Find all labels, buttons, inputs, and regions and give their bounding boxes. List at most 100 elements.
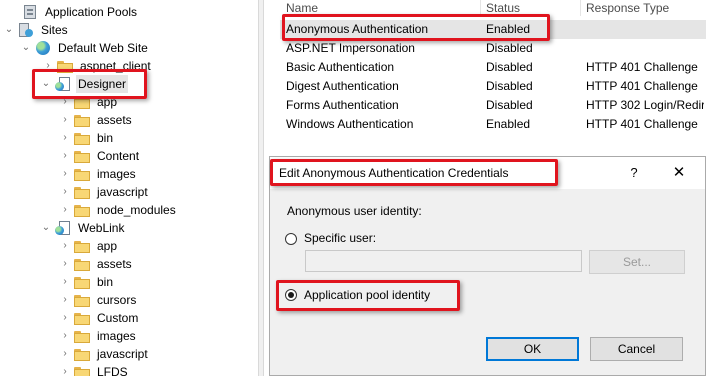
tree-item-weblink[interactable]: ⌄ WebLink	[41, 219, 126, 237]
column-header-status[interactable]: Status	[486, 0, 520, 16]
auth-status-cell: Disabled	[486, 79, 533, 93]
chevron-right-icon[interactable]: ›	[60, 237, 70, 255]
tree-item-folder[interactable]: › assets	[60, 255, 134, 273]
table-row[interactable]: Anonymous Authentication Enabled	[280, 20, 706, 39]
tree-item-folder[interactable]: › node_modules	[60, 201, 178, 219]
tree-item-label: Designer	[76, 75, 129, 93]
tree-item-application-pools[interactable]: Application Pools	[22, 3, 139, 21]
globe-icon	[35, 40, 51, 56]
tree-item-folder[interactable]: › javascript	[60, 345, 150, 363]
table-row[interactable]: Windows Authentication Enabled HTTP 401 …	[280, 115, 706, 134]
auth-status-cell: Disabled	[486, 60, 533, 74]
folder-icon	[74, 132, 90, 145]
chevron-right-icon[interactable]: ›	[43, 57, 53, 75]
tree-item-folder[interactable]: › images	[60, 165, 138, 183]
cancel-button[interactable]: Cancel	[590, 337, 683, 361]
sites-icon	[18, 23, 34, 37]
tree-item-default-web-site[interactable]: ⌄ Default Web Site	[21, 39, 150, 57]
tree-item-label: app	[97, 95, 118, 109]
close-icon[interactable]: ✕	[668, 163, 690, 183]
chevron-right-icon[interactable]: ›	[60, 363, 70, 376]
dialog-titlebar[interactable]: Edit Anonymous Authentication Credential…	[270, 157, 705, 189]
auth-name-cell: ASP.NET Impersonation	[286, 41, 415, 55]
app-pool-identity-label[interactable]: Application pool identity	[304, 288, 430, 302]
tree-item-label: node_modules	[97, 203, 176, 217]
chevron-right-icon[interactable]: ›	[60, 201, 70, 219]
column-header-response-type[interactable]: Response Type	[586, 0, 669, 16]
tree-item-label: LFDS	[97, 365, 128, 376]
specific-user-radio[interactable]	[285, 233, 297, 245]
folder-icon	[74, 348, 90, 361]
tree-item-designer[interactable]: ⌄ Designer	[41, 75, 129, 93]
folder-icon	[74, 168, 90, 181]
tree-item-label: Sites	[41, 23, 68, 37]
tree-item-label: images	[97, 329, 136, 343]
tree-item-folder[interactable]: › images	[60, 327, 138, 345]
column-divider[interactable]	[580, 0, 581, 16]
tree-item-folder[interactable]: › assets	[60, 111, 134, 129]
column-divider[interactable]	[480, 0, 481, 16]
tree-item-folder[interactable]: › cursors	[60, 291, 138, 309]
chevron-right-icon[interactable]: ›	[60, 147, 70, 165]
app-pool-identity-radio[interactable]	[285, 289, 297, 301]
chevron-right-icon[interactable]: ›	[60, 309, 70, 327]
auth-name-cell: Digest Authentication	[286, 79, 399, 93]
chevron-right-icon[interactable]: ›	[60, 327, 70, 345]
tree-item-folder[interactable]: › bin	[60, 273, 115, 291]
pane-splitter[interactable]	[258, 0, 264, 376]
folder-icon	[74, 186, 90, 199]
tree-item-folder[interactable]: › app	[60, 237, 119, 255]
help-icon[interactable]: ?	[624, 163, 644, 183]
chevron-right-icon[interactable]: ›	[60, 165, 70, 183]
tree-item-folder[interactable]: › Content	[60, 147, 141, 165]
auth-name-cell: Windows Authentication	[286, 117, 414, 131]
tree-item-label: javascript	[97, 347, 148, 361]
tree-item-folder[interactable]: › javascript	[60, 183, 150, 201]
tree-item-sites[interactable]: ⌄ Sites	[4, 21, 70, 39]
chevron-down-icon[interactable]: ⌄	[41, 219, 51, 237]
web-app-icon	[55, 77, 71, 91]
auth-response-cell: HTTP 401 Challenge	[586, 117, 698, 131]
auth-response-cell: HTTP 401 Challenge	[586, 60, 698, 74]
tree-item-label: javascript	[97, 185, 148, 199]
tree-item-folder[interactable]: › Custom	[60, 309, 140, 327]
chevron-down-icon[interactable]: ⌄	[41, 75, 51, 93]
tree-item-folder[interactable]: › LFDS	[60, 363, 130, 376]
chevron-right-icon[interactable]: ›	[60, 291, 70, 309]
specific-user-label[interactable]: Specific user:	[304, 231, 376, 245]
folder-icon	[74, 96, 90, 109]
tree-item-label: app	[97, 239, 118, 253]
folder-icon	[74, 204, 90, 217]
folder-icon	[74, 294, 90, 307]
table-row[interactable]: Basic Authentication Disabled HTTP 401 C…	[280, 58, 706, 77]
column-header-name[interactable]: Name	[286, 0, 318, 16]
auth-response-cell: HTTP 302 Login/Redire	[586, 98, 704, 112]
tree-item-folder[interactable]: › app	[60, 93, 119, 111]
tree-item-label: assets	[97, 257, 132, 271]
web-app-icon	[55, 221, 71, 235]
chevron-right-icon[interactable]: ›	[60, 129, 70, 147]
folder-icon	[74, 258, 90, 271]
tree-item-label: Content	[97, 149, 140, 163]
tree-item-aspnet-client[interactable]: › aspnet_client	[43, 57, 153, 75]
chevron-right-icon[interactable]: ›	[60, 183, 70, 201]
specific-user-field[interactable]	[305, 250, 582, 272]
table-row[interactable]: ASP.NET Impersonation Disabled	[280, 39, 706, 58]
ok-button[interactable]: OK	[486, 337, 579, 361]
chevron-down-icon[interactable]: ⌄	[21, 39, 31, 57]
tree-item-label: Custom	[97, 311, 139, 325]
chevron-right-icon[interactable]: ›	[60, 111, 70, 129]
table-row[interactable]: Digest Authentication Disabled HTTP 401 …	[280, 77, 706, 96]
tree-item-label: Default Web Site	[58, 41, 148, 55]
folder-icon	[74, 330, 90, 343]
tree-item-label: assets	[97, 113, 132, 127]
chevron-right-icon[interactable]: ›	[60, 93, 70, 111]
folder-icon	[74, 312, 90, 325]
chevron-right-icon[interactable]: ›	[60, 255, 70, 273]
chevron-down-icon[interactable]: ⌄	[4, 21, 14, 39]
tree-item-folder[interactable]: › bin	[60, 129, 115, 147]
set-button[interactable]: Set...	[589, 250, 685, 274]
table-row[interactable]: Forms Authentication Disabled HTTP 302 L…	[280, 96, 706, 115]
chevron-right-icon[interactable]: ›	[60, 345, 70, 363]
chevron-right-icon[interactable]: ›	[60, 273, 70, 291]
